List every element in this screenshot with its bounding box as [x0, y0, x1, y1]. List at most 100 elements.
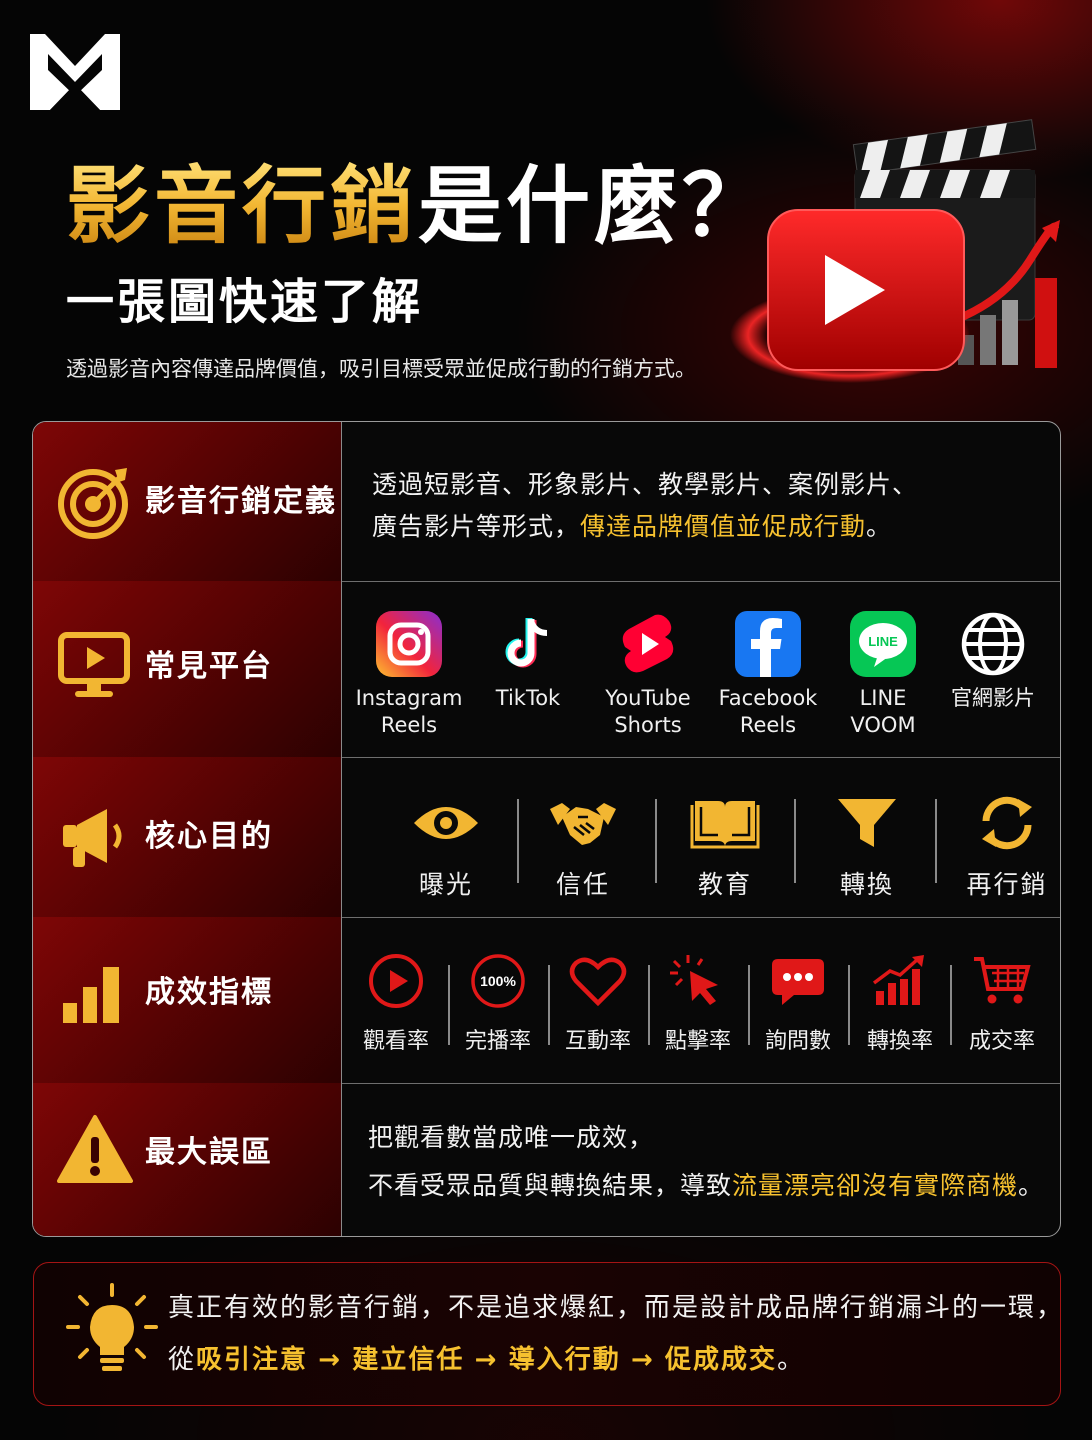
row-content-pitfall: 把觀看數當成唯一成效， 不看受眾品質與轉換結果，導致流量漂亮卻沒有實際商機。: [342, 1083, 1060, 1236]
goal-label: 曝光: [418, 870, 473, 899]
title-rest: 是什麼？: [418, 157, 771, 255]
row-title-pitfall: 最大誤區: [145, 1135, 273, 1170]
metric-close-rate: 成交率: [954, 953, 1050, 1055]
svg-text:LINE: LINE: [868, 634, 898, 649]
book-icon: [690, 801, 760, 849]
heart-icon: [569, 957, 627, 1007]
row-metrics: 成效指標 觀看率 100% 完播率 互動率 點擊率 詢問數 轉換率 成交率: [33, 917, 1060, 1084]
chat-bubble-icon: [772, 959, 824, 1005]
row-label-pitfall: 最大誤區: [33, 1083, 342, 1236]
arrow-icon: →: [318, 1345, 343, 1375]
row-content-platforms: Instagram Reels TikTok YouTube Shorts Fa…: [342, 581, 1060, 757]
metric-label: 觀看率: [362, 1029, 429, 1054]
goal-trust: 信任: [518, 795, 648, 901]
tip-line-2-prefix: 從: [168, 1345, 197, 1375]
tip-line-2: 從吸引注意 → 建立信任 → 導入行動 → 促成成交。: [168, 1340, 805, 1380]
platform-name: Instagram Reels: [355, 686, 463, 737]
tiktok-icon: [505, 618, 548, 668]
funnel-step: 吸引注意: [196, 1345, 309, 1375]
metric-label: 詢問數: [764, 1029, 831, 1054]
page-subtitle: 一張圖快速了解: [66, 274, 424, 330]
metric-click-rate: 點擊率: [650, 953, 746, 1055]
divider: [794, 799, 796, 883]
funnel-step: 促成成交: [665, 1345, 778, 1375]
funnel-step: 導入行動: [508, 1345, 621, 1375]
instagram-icon: [376, 611, 442, 677]
pitfall-line-1: 把觀看數當成唯一成效，: [368, 1123, 655, 1152]
row-label-definition: 影音行銷定義: [33, 422, 342, 581]
row-content-goals: 曝光 信任 教育 轉換 再行銷: [342, 757, 1060, 917]
divider: [935, 799, 937, 883]
pitfall-line-2-suffix: 。: [1018, 1171, 1045, 1200]
metric-inquiries: 詢問數: [750, 953, 846, 1055]
goal-conversion: 轉換: [802, 795, 932, 901]
definition-line-2: 廣告影片等形式，傳達品牌價值並促成行動。: [372, 506, 892, 548]
bar-chart-icon: [63, 967, 119, 1023]
page-title: 影音行銷是什麼？: [66, 156, 770, 256]
page-description: 透過影音內容傳達品牌價值，吸引目標受眾並促成行動的行銷方式。: [66, 357, 696, 381]
row-title-platforms: 常見平台: [145, 649, 273, 684]
platform-line[interactable]: LINE LINE VOOM: [823, 611, 943, 739]
row-title-metrics: 成效指標: [145, 975, 273, 1010]
warning-icon: [57, 1115, 133, 1183]
metric-completion-rate: 100% 完播率: [450, 953, 546, 1055]
platform-facebook[interactable]: Facebook Reels: [708, 611, 828, 739]
goal-remarketing: 再行銷: [942, 795, 1060, 901]
divider: [950, 965, 952, 1045]
target-icon: [58, 468, 128, 539]
divider: [848, 965, 850, 1045]
row-platforms: 常見平台 Instagram Reels TikTok YouTube Shor…: [33, 581, 1060, 758]
row-label-platforms: 常見平台: [33, 581, 342, 757]
eye-icon: [414, 807, 478, 839]
goal-label: 轉換: [839, 870, 894, 899]
metric-view-rate: 觀看率: [348, 953, 444, 1055]
percent-100-icon: 100%: [471, 954, 525, 1008]
growth-chart-icon: [872, 955, 924, 1005]
definition-line-2-suffix: 。: [866, 512, 893, 541]
platform-name: YouTube Shorts: [605, 686, 691, 737]
funnel-step: 建立信任: [352, 1345, 465, 1375]
play-circle-icon: [369, 954, 423, 1008]
cursor-click-icon: [670, 955, 718, 1005]
tip-line-2-suffix: 。: [777, 1345, 806, 1375]
definition-line-1: 透過短影音、形象影片、教學影片、案例影片、: [372, 470, 919, 499]
brand-logo: [30, 34, 120, 110]
metric-label: 完播率: [464, 1029, 531, 1054]
refresh-icon: [982, 796, 1032, 850]
metric-label: 點擊率: [664, 1029, 731, 1054]
row-label-goals: 核心目的: [33, 757, 342, 917]
metric-label: 轉換率: [866, 1029, 933, 1054]
arrow-icon: →: [630, 1345, 655, 1375]
goal-education: 教育: [660, 795, 790, 901]
metric-conversion-rate: 轉換率: [852, 953, 948, 1055]
row-content-definition: 透過短影音、形象影片、教學影片、案例影片、 廣告影片等形式，傳達品牌價值並促成行…: [342, 422, 1060, 581]
svg-text:100%: 100%: [480, 973, 516, 989]
facebook-icon: [735, 611, 801, 677]
metric-engagement-rate: 互動率: [550, 953, 646, 1055]
definition-line-2-prefix: 廣告影片等形式，: [372, 512, 581, 541]
tip-line-1: 真正有效的影音行銷，不是追求爆紅，而是設計成品牌行銷漏斗的一環，: [168, 1293, 1065, 1323]
platform-name: TikTok: [495, 686, 561, 710]
goal-label: 信任: [555, 870, 610, 899]
goal-label: 再行銷: [966, 870, 1048, 899]
title-highlight: 影音行銷: [66, 157, 419, 255]
platform-name: LINE VOOM: [850, 686, 916, 737]
goal-label: 教育: [697, 870, 752, 899]
platform-youtube-shorts[interactable]: YouTube Shorts: [588, 611, 708, 739]
row-goals: 核心目的 曝光 信任 教育 轉換 再行銷: [33, 757, 1060, 918]
row-title-definition: 影音行銷定義: [145, 484, 337, 519]
platform-name: 官網影片: [951, 686, 1035, 710]
lightbulb-icon: [66, 1283, 158, 1371]
platform-instagram[interactable]: Instagram Reels: [349, 611, 469, 739]
platform-tiktok[interactable]: TikTok: [468, 611, 588, 712]
funnel-icon: [838, 799, 896, 847]
platform-website[interactable]: 官網影片: [933, 611, 1053, 712]
metric-label: 成交率: [968, 1029, 1035, 1054]
cart-icon: [974, 957, 1031, 1004]
row-title-goals: 核心目的: [145, 819, 273, 854]
video-marketing-hero-icon: [730, 119, 1060, 383]
row-definition: 影音行銷定義 透過短影音、形象影片、教學影片、案例影片、 廣告影片等形式，傳達品…: [33, 422, 1060, 582]
megaphone-icon: [63, 809, 122, 867]
divider: [655, 799, 657, 883]
row-pitfall: 最大誤區 把觀看數當成唯一成效， 不看受眾品質與轉換結果，導致流量漂亮卻沒有實際…: [33, 1083, 1060, 1236]
